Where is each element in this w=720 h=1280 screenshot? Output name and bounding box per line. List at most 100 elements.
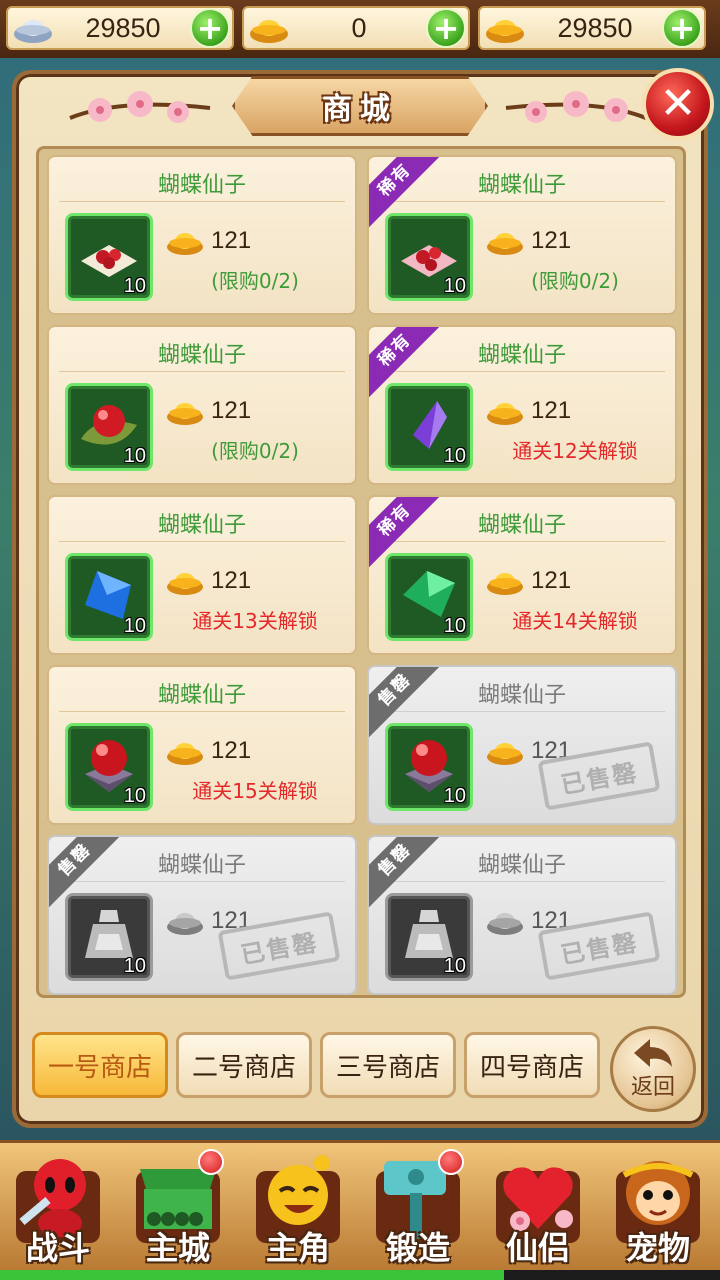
item-slot[interactable]: 10 xyxy=(65,213,153,301)
shop-item-card[interactable]: 蝴蝶仙子 10 121 售罄 已售罄 xyxy=(367,665,677,825)
gold-ingot-icon xyxy=(165,567,205,597)
nav-hero-label: 主角 xyxy=(265,1229,330,1267)
item-name: 蝴蝶仙子 xyxy=(157,173,246,198)
item-quantity: 10 xyxy=(443,445,466,467)
item-note: (限购0/2) xyxy=(531,269,619,293)
nav-forge-label: 锻造 xyxy=(385,1229,450,1267)
shop-title-plate: 商城 xyxy=(232,76,488,136)
currency-silver: 29850 + xyxy=(6,6,234,50)
item-quantity: 10 xyxy=(123,445,146,467)
item-divider xyxy=(59,881,345,882)
item-price: 121 xyxy=(531,227,572,254)
gold-ingot-icon xyxy=(485,397,525,427)
currency-gold-2: 29850 + xyxy=(478,6,706,50)
item-quantity: 10 xyxy=(123,615,146,637)
gold-value-2: 29850 xyxy=(557,12,633,43)
item-note: 通关14关解锁 xyxy=(512,609,638,633)
item-note: 通关12关解锁 xyxy=(512,439,638,463)
gold-ingot-icon xyxy=(165,227,205,257)
item-slot[interactable]: 10 xyxy=(385,553,473,641)
item-divider xyxy=(379,881,665,882)
shop-item-card[interactable]: 蝴蝶仙子 10 121 售罄 已售罄 xyxy=(367,835,677,995)
item-divider xyxy=(379,371,665,372)
shop-item-card[interactable]: 蝴蝶仙子 10 121 通关15关解锁 xyxy=(47,665,357,825)
item-price: 121 xyxy=(211,397,252,424)
gold-ingot-icon xyxy=(485,737,525,767)
item-price: 121 xyxy=(531,397,572,424)
close-icon: ✕ xyxy=(659,78,697,129)
nav-hero[interactable]: 主角 xyxy=(242,1149,354,1273)
tab-shop-3[interactable]: 三号商店 xyxy=(320,1032,456,1098)
item-slot[interactable]: 10 xyxy=(65,553,153,641)
item-price: 121 xyxy=(531,567,572,594)
experience-bar xyxy=(0,1270,720,1280)
gold-value: 0 xyxy=(351,12,367,43)
close-button[interactable]: ✕ xyxy=(642,68,714,140)
item-note: 通关15关解锁 xyxy=(192,779,318,803)
shop-item-card[interactable]: 蝴蝶仙子 10 121 (限购0/2) xyxy=(47,155,357,315)
add-silver-button[interactable]: + xyxy=(190,8,230,48)
item-note: (限购0/2) xyxy=(211,439,299,463)
forge-notification-badge xyxy=(438,1149,464,1175)
back-arrow-icon xyxy=(634,1039,672,1067)
item-divider xyxy=(379,541,665,542)
item-slot[interactable]: 10 xyxy=(385,723,473,811)
nav-companion[interactable]: 仙侣 xyxy=(482,1149,594,1273)
nav-city[interactable]: 主城 xyxy=(122,1149,234,1273)
shop-item-card[interactable]: 蝴蝶仙子 10 121 通关14关解锁 稀有 xyxy=(367,495,677,655)
currency-gold: 0 + xyxy=(242,6,470,50)
silver-ingot-icon xyxy=(165,907,205,937)
item-slot[interactable]: 10 xyxy=(385,383,473,471)
add-gold-button[interactable]: + xyxy=(426,8,466,48)
shop-item-card[interactable]: 蝴蝶仙子 10 121 通关13关解锁 xyxy=(47,495,357,655)
item-note: (限购0/2) xyxy=(211,269,299,293)
shop-item-card[interactable]: 蝴蝶仙子 10 121 (限购0/2) xyxy=(47,325,357,485)
nav-city-label: 主城 xyxy=(145,1229,210,1267)
gold-ingot-icon xyxy=(165,397,205,427)
item-quantity: 10 xyxy=(443,785,466,807)
item-name: 蝴蝶仙子 xyxy=(157,513,246,538)
item-quantity: 10 xyxy=(123,955,146,977)
tab-shop-2[interactable]: 二号商店 xyxy=(176,1032,312,1098)
back-button[interactable]: 返回 xyxy=(610,1026,696,1112)
item-slot[interactable]: 10 xyxy=(385,213,473,301)
item-note: 通关13关解锁 xyxy=(192,609,318,633)
item-price: 121 xyxy=(211,567,252,594)
item-divider xyxy=(59,711,345,712)
item-slot[interactable]: 10 xyxy=(65,723,153,811)
add-gold-button-2[interactable]: + xyxy=(662,8,702,48)
shop-item-card[interactable]: 蝴蝶仙子 10 121 售罄 已售罄 xyxy=(47,835,357,995)
nav-pet[interactable]: 宠物 xyxy=(602,1149,714,1273)
cherry-blossom-decoration-left xyxy=(69,91,211,123)
item-slot[interactable]: 10 xyxy=(65,383,153,471)
silver-value: 29850 xyxy=(85,12,161,43)
nav-companion-label: 仙侣 xyxy=(505,1229,570,1267)
cherry-blossom-decoration-right xyxy=(505,91,647,123)
tab-shop-4[interactable]: 四号商店 xyxy=(464,1032,600,1098)
item-quantity: 10 xyxy=(443,275,466,297)
item-slot[interactable]: 10 xyxy=(65,893,153,981)
item-divider xyxy=(379,711,665,712)
shop-item-card[interactable]: 蝴蝶仙子 10 121 (限购0/2) 稀有 xyxy=(367,155,677,315)
item-price: 121 xyxy=(211,227,252,254)
nav-battle[interactable]: 战斗 xyxy=(2,1149,114,1273)
nav-forge[interactable]: 锻造 xyxy=(362,1149,474,1273)
item-divider xyxy=(59,541,345,542)
currency-bar: 29850 + 0 + 29850 + xyxy=(0,0,720,58)
tab-shop-1[interactable]: 一号商店 xyxy=(32,1032,168,1098)
gold-ingot-icon xyxy=(485,567,525,597)
nav-battle-label: 战斗 xyxy=(25,1229,90,1267)
gold-ingot-icon xyxy=(246,8,292,48)
item-divider xyxy=(59,201,345,202)
gold-ingot-icon xyxy=(485,227,525,257)
item-slot[interactable]: 10 xyxy=(385,893,473,981)
bottom-nav: 战斗 主城 主角 锻造 仙侣 宠物 xyxy=(0,1140,720,1280)
gold-ingot-icon xyxy=(482,8,528,48)
item-name: 蝴蝶仙子 xyxy=(157,683,246,708)
item-grid[interactable]: 蝴蝶仙子 10 121 (限购0/2) 蝴蝶仙子 10 121 (限购0/2) 稀有 蝴蝶… xyxy=(36,146,686,998)
item-divider xyxy=(379,201,665,202)
shop-item-card[interactable]: 蝴蝶仙子 10 121 通关12关解锁 稀有 xyxy=(367,325,677,485)
silver-ingot-icon xyxy=(485,907,525,937)
item-price: 121 xyxy=(211,737,252,764)
city-notification-badge xyxy=(198,1149,224,1175)
